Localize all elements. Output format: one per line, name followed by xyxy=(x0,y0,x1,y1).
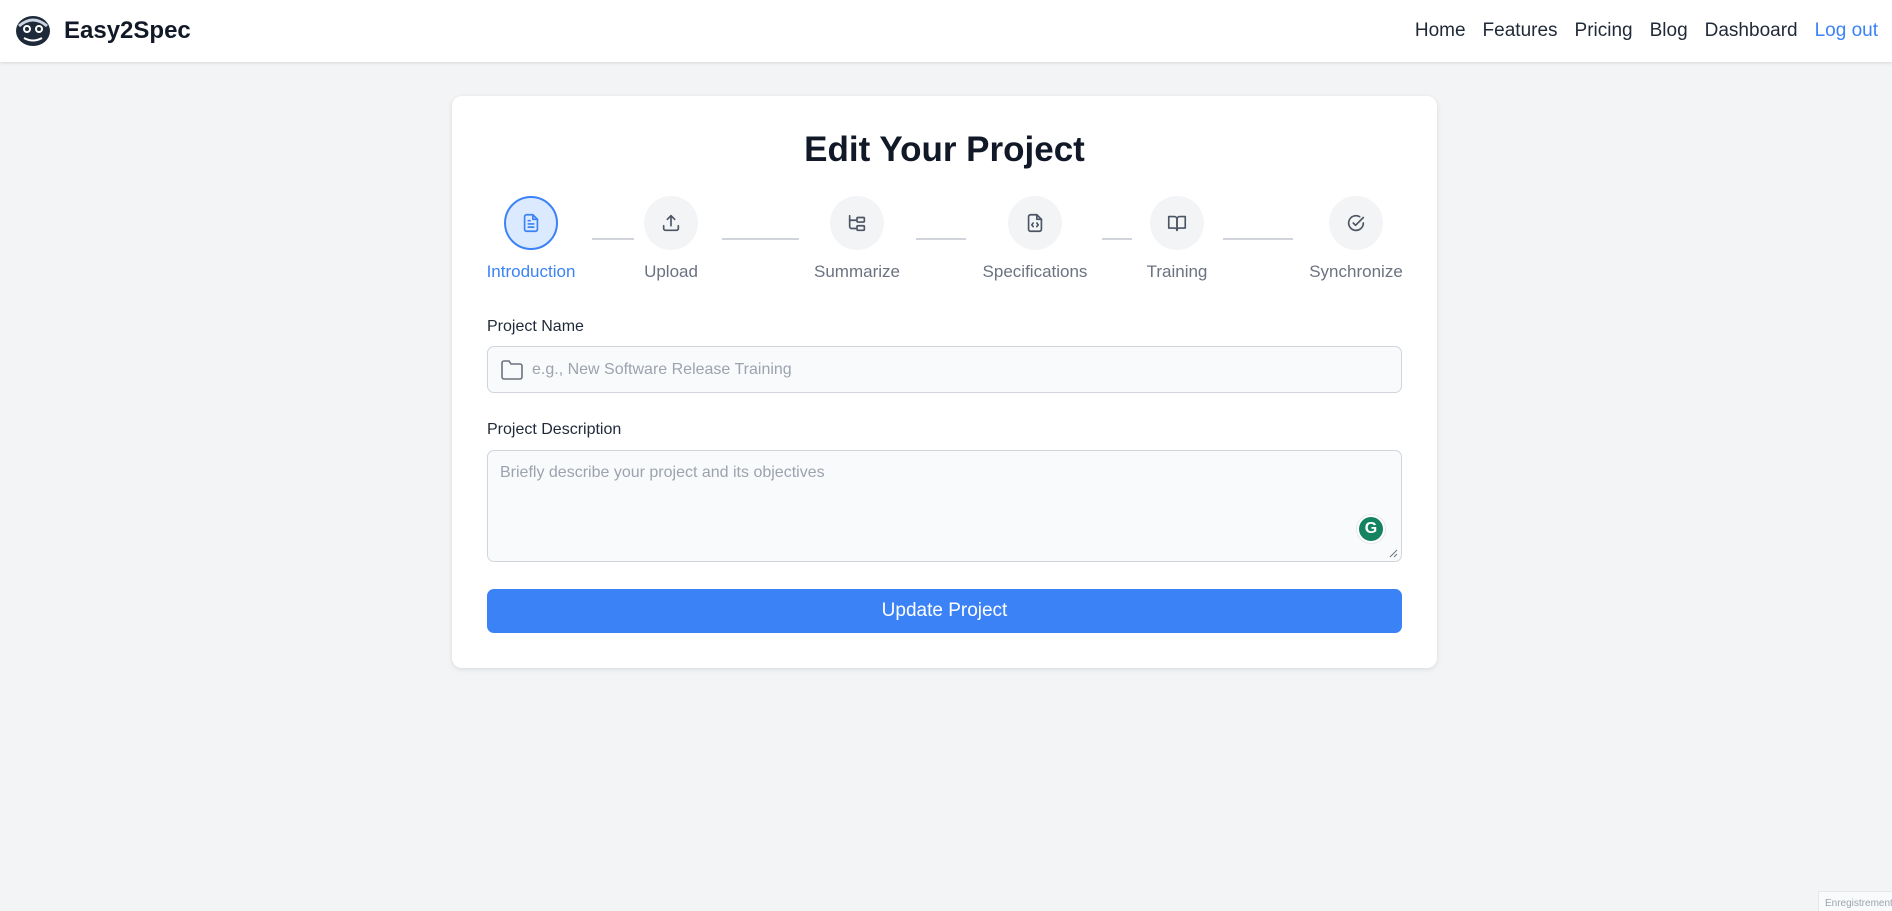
logout-link[interactable]: Log out xyxy=(1815,20,1878,42)
project-description-textarea[interactable]: Briefly describe your project and its ob… xyxy=(487,450,1402,562)
folder-tree-icon xyxy=(848,214,866,232)
grammarly-icon: G xyxy=(1359,517,1383,541)
step-upload[interactable]: Upload xyxy=(643,196,699,282)
step-circle[interactable] xyxy=(1008,196,1062,250)
brand-name: Easy2Spec xyxy=(64,17,191,44)
grammarly-button[interactable]: G xyxy=(1356,514,1386,544)
step-circle[interactable] xyxy=(1150,196,1204,250)
project-description-label: Project Description xyxy=(487,421,622,438)
step-label: Summarize xyxy=(814,262,900,281)
step-training[interactable]: Training xyxy=(1145,196,1209,282)
check-circle-icon xyxy=(1347,214,1365,232)
corner-badge: Enregistrement xyxy=(1818,891,1892,911)
step-label: Specifications xyxy=(982,262,1088,281)
step-label: Introduction xyxy=(486,262,576,281)
brand-logo-icon xyxy=(16,16,50,46)
project-name-input[interactable]: e.g., New Software Release Training xyxy=(487,346,1402,393)
nav-links: Home Features Pricing Blog Dashboard Log… xyxy=(1415,20,1878,42)
file-code-icon xyxy=(1027,213,1043,233)
step-introduction[interactable]: Introduction xyxy=(487,196,575,282)
project-name-label: Project Name xyxy=(487,318,584,335)
nav-link-home[interactable]: Home xyxy=(1415,20,1466,42)
step-circle[interactable] xyxy=(1329,196,1383,250)
step-label: Upload xyxy=(644,262,698,281)
project-name-placeholder: e.g., New Software Release Training xyxy=(532,360,792,378)
step-circle[interactable] xyxy=(830,196,884,250)
step-circle[interactable] xyxy=(644,196,698,250)
step-specifications[interactable]: Specifications xyxy=(982,196,1088,282)
update-project-button[interactable]: Update Project xyxy=(487,589,1402,633)
edit-project-card: Edit Your Project Introduction Upload Su… xyxy=(452,96,1437,668)
step-connector xyxy=(592,238,634,240)
step-synchronize[interactable]: Synchronize xyxy=(1309,196,1403,282)
step-connector xyxy=(722,238,799,240)
nav-link-dashboard[interactable]: Dashboard xyxy=(1705,20,1798,42)
step-circle[interactable] xyxy=(504,196,558,250)
brand[interactable]: Easy2Spec xyxy=(14,12,191,50)
book-open-icon xyxy=(1167,215,1187,232)
step-connector xyxy=(1223,238,1293,240)
nav-link-features[interactable]: Features xyxy=(1483,20,1558,42)
nav-link-pricing[interactable]: Pricing xyxy=(1575,20,1633,42)
project-description-placeholder: Briefly describe your project and its ob… xyxy=(500,464,825,481)
step-connector xyxy=(916,238,966,240)
step-label: Training xyxy=(1146,262,1208,281)
nav-link-blog[interactable]: Blog xyxy=(1650,20,1688,42)
file-text-icon xyxy=(523,213,539,233)
step-summarize[interactable]: Summarize xyxy=(814,196,900,282)
resize-handle-icon[interactable] xyxy=(1388,548,1398,558)
page-title: Edit Your Project xyxy=(804,130,1085,169)
top-navbar: Easy2Spec Home Features Pricing Blog Das… xyxy=(0,0,1892,62)
folder-icon xyxy=(500,359,524,381)
upload-icon xyxy=(662,214,680,232)
step-connector xyxy=(1102,238,1132,240)
step-label: Synchronize xyxy=(1309,262,1403,281)
